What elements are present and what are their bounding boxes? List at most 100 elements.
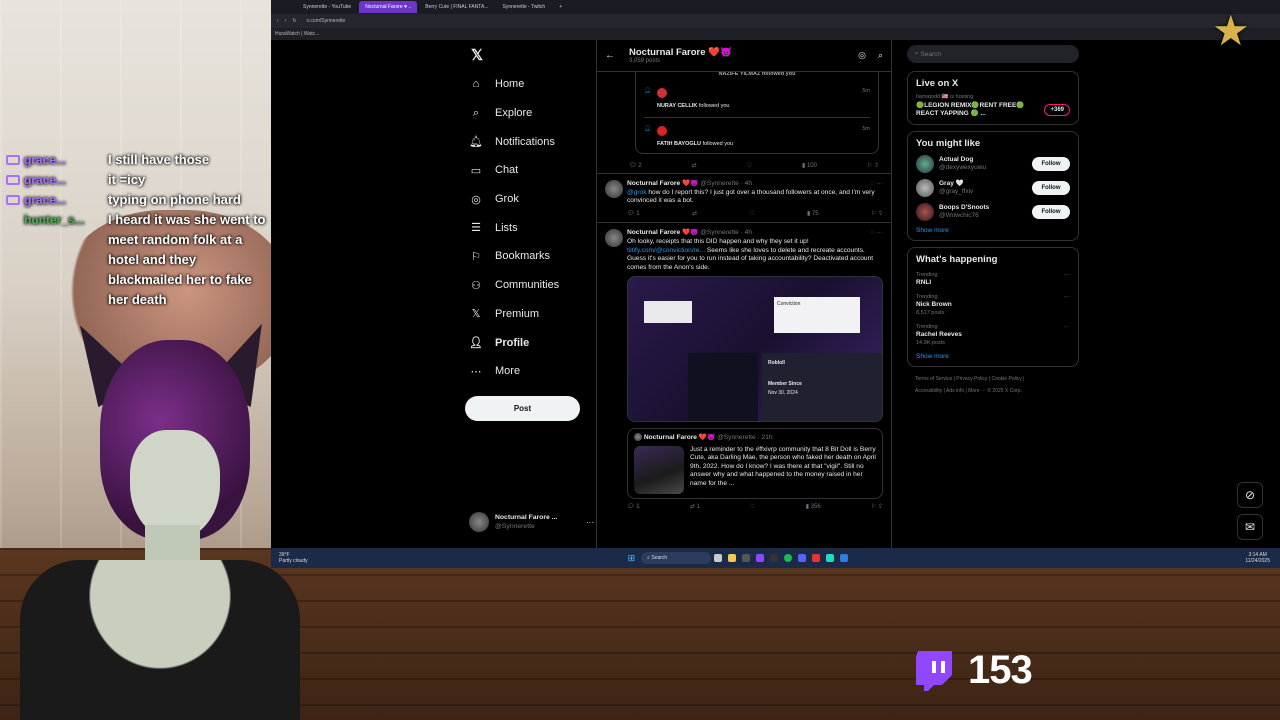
like-icon[interactable]: ♡ [747,162,752,169]
search-icon[interactable]: ⌕ [878,50,883,61]
live-on-x[interactable]: Live on X Ilamatodd 🇺🇸 is hosting 🟢LEGIO… [907,71,1079,125]
reply-icon[interactable]: 💬︎ 1 [627,210,640,219]
nav-grok[interactable]: ◎ Grok [465,185,595,214]
app-icon[interactable] [826,554,835,562]
more-dots-icon[interactable]: ··· [1064,323,1071,331]
avatar-head [130,430,220,540]
nav-lists[interactable]: ☰ Lists [465,213,595,242]
notif-embed-post[interactable]: NAZIFE YILMAZ followed you 👤︎ NURAY CELL… [597,72,891,174]
suggestion-row[interactable]: Actual Dog @dexywexyuwu Follow [916,155,1070,173]
repost-icon[interactable]: ⇄ [692,210,697,219]
post[interactable]: Nocturnal Farore ❤️😈 @Synnerette · 4h ◌ ·… [597,174,891,224]
bookmark-icon[interactable]: ⚐ ⇪ [871,210,883,219]
twitch-icon [916,650,952,691]
url-text[interactable]: x.com/Synnerette [307,18,346,24]
bookmark-item[interactable]: HuraWatch | Watc... [275,31,319,37]
grok-icon: ◎ [471,193,481,206]
x-app: 𝕏 ⌂ Home ⌕ Explore 🔔︎ Notifications ▭ Chat ◎… [271,40,1280,548]
messages-float-button[interactable]: ✉ [1237,514,1263,540]
app-icon[interactable] [812,554,821,562]
notif-row: 👤︎ FATIH BAYOGLU followed you 5m [644,126,870,147]
weather-widget[interactable]: 39°F Partly cloudy [279,552,308,564]
follow-button[interactable]: Follow [1032,205,1070,219]
nav-chat[interactable]: ▭ Chat [465,156,595,185]
bookmark-icon[interactable]: ⚐ ⇪ [867,162,879,169]
trend-item[interactable]: Trending Rachel Reeves 14.9K posts ··· [916,323,1070,347]
show-more-link[interactable]: Show more [916,353,1070,360]
nav-more[interactable]: ⋯ More [465,357,595,386]
more-dots-icon[interactable]: ◌ ··· [871,229,883,238]
post-image[interactable]: Conviction Robloll Member Since Nov 30, … [627,276,883,423]
more-dots-icon[interactable]: ··· [1064,271,1071,279]
account-switcher[interactable]: Nocturnal Farore ... @Synnerette ··· [469,512,594,532]
more-dots-icon[interactable]: ··· [1064,293,1071,301]
spotify-icon[interactable] [784,554,793,562]
repost-icon[interactable]: ⇄ [692,162,697,169]
follow-button[interactable]: Follow [1032,157,1070,171]
chat-line: grace... I still have those [6,150,268,170]
trend-item[interactable]: Trending Nick Brown 8,517 posts ··· [916,293,1070,317]
taskbar-search[interactable]: ⌕ Search [641,552,712,564]
more-dots-icon[interactable]: ··· [586,518,594,527]
grok-icon[interactable]: ◎ [858,50,866,61]
avatar [656,88,667,98]
suggestion-row[interactable]: Boops D'Snoots @Wowchic76 Follow [916,203,1070,221]
browser-tab[interactable]: Berry Cute | FINAL FANTA... [419,1,494,13]
reload-icon[interactable]: ↻ [292,18,296,24]
browser-app-icon[interactable] [756,554,765,562]
nav-notifications[interactable]: 🔔︎ Notifications [465,127,595,156]
app-icon[interactable] [770,554,779,562]
bookmark-icon: ⚐ [471,250,481,263]
file-explorer-icon[interactable] [728,554,737,562]
chat-username: grace... [24,193,67,207]
views-icon[interactable]: ▮ 356 [806,503,821,512]
app-icon[interactable] [742,554,751,562]
clock[interactable]: 3:14 AM 11/24/2025 [1245,552,1270,564]
avatar-neck [145,525,200,565]
search-input[interactable]: ⌕ Search [907,45,1079,63]
start-icon[interactable]: ⊞ [628,553,636,564]
forward-icon[interactable]: › [285,18,287,24]
task-view-icon[interactable] [714,554,723,562]
chat-line: grace... it =icy [6,170,268,190]
nav-communities[interactable]: ⚇ Communities [465,271,595,300]
suggestion-row[interactable]: Gray 🤍 @gray_ffxiv Follow [916,179,1070,197]
browser-tab-active[interactable]: Nocturnal Farore ♥ .. [359,1,418,13]
nav-home[interactable]: ⌂ Home [465,70,595,99]
twitch-follower-counter: 153 [912,648,1033,693]
nav-bookmarks[interactable]: ⚐ Bookmarks [465,242,595,271]
quoted-post[interactable]: Nocturnal Farore ❤️😈 @Synnerette · 21h J… [627,428,883,499]
trend-item[interactable]: Trending RNLI ··· [916,271,1070,287]
chat-message: I still have those [108,152,210,167]
reply-icon[interactable]: 💬︎ 2 [629,162,642,169]
discord-icon[interactable] [798,554,807,562]
like-icon[interactable]: ♡ [750,503,755,512]
address-bar[interactable]: ‹ › ↻ x.com/Synnerette [271,14,1280,28]
x-logo-icon[interactable]: 𝕏 [465,40,595,70]
repost-icon[interactable]: ⇄ 1 [690,503,700,512]
browser-tab[interactable]: Synnerette - YouTube [297,1,357,13]
nav-profile[interactable]: 👤︎ Profile [465,328,595,357]
views-icon[interactable]: ▮ 75 [807,210,819,219]
back-arrow-icon[interactable]: ← [605,50,615,61]
windows-taskbar: 39°F Partly cloudy ⊞ ⌕ Search 3:14 AM 11/2… [271,548,1280,568]
nav-explore[interactable]: ⌕ Explore [465,99,595,128]
views-icon[interactable]: ▮ 100 [802,162,817,169]
avatar [916,155,934,173]
show-more-link[interactable]: Show more [916,227,1070,234]
bookmark-icon[interactable]: ⚐ ⇪ [871,503,883,512]
back-icon[interactable]: ‹ [277,18,279,24]
post[interactable]: Nocturnal Farore ❤️😈 @Synnerette · 4h ◌ ·… [597,223,891,515]
nav-premium[interactable]: 𝕏 Premium [465,300,595,329]
reply-icon[interactable]: 💬︎ 1 [627,503,640,512]
communities-icon: ⚇ [471,279,481,292]
app-icon[interactable] [840,554,849,562]
post-button[interactable]: Post [465,396,580,421]
follow-button[interactable]: Follow [1032,181,1070,195]
new-tab-icon[interactable]: + [559,4,562,10]
footer-links[interactable]: Terms of Service | Privacy Policy | Cook… [907,373,1079,397]
like-icon[interactable]: ♡ [749,210,754,219]
more-dots-icon[interactable]: ◌ ··· [871,180,883,189]
grok-float-button[interactable]: ⊘ [1237,482,1263,508]
browser-tab[interactable]: Synnerette - Twitch [497,1,552,13]
